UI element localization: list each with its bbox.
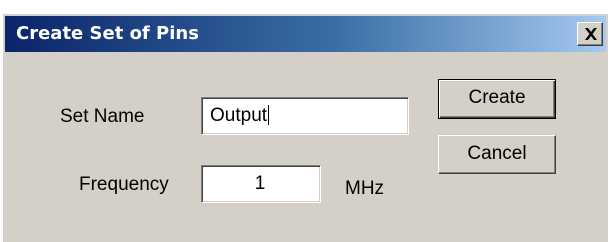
- close-button[interactable]: [577, 22, 603, 46]
- close-icon: [585, 28, 597, 40]
- frequency-value: 1: [254, 173, 266, 194]
- frequency-input[interactable]: 1: [201, 165, 321, 203]
- cancel-button[interactable]: Cancel: [438, 135, 556, 174]
- set-name-label: Set Name: [60, 106, 145, 127]
- set-name-value: Output: [210, 105, 270, 126]
- text-caret: [268, 105, 270, 125]
- set-name-input[interactable]: Output: [201, 97, 409, 135]
- create-button[interactable]: Create: [438, 79, 556, 119]
- title-bar[interactable]: Create Set of Pins: [5, 16, 606, 52]
- frequency-label: Frequency: [79, 174, 169, 195]
- frequency-unit-label: MHz: [345, 178, 385, 199]
- dialog-title: Create Set of Pins: [16, 23, 199, 44]
- create-set-of-pins-dialog: Create Set of Pins Set Name Output Frequ…: [2, 13, 608, 242]
